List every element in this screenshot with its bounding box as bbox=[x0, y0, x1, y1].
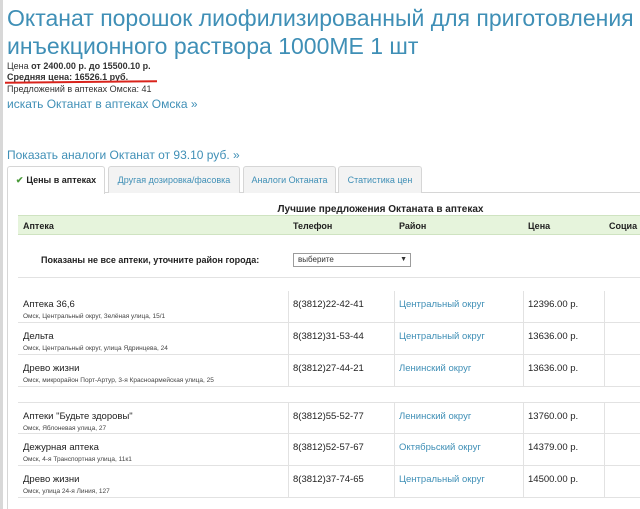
column-divider bbox=[523, 291, 524, 322]
column-divider bbox=[523, 403, 524, 433]
tab-prices[interactable]: ✔ Цены в аптеках bbox=[7, 166, 105, 194]
pharmacy-address: Омск, 4-я Транспортная улица, 11к1 bbox=[23, 456, 132, 463]
pharmacy-price: 13760.00 р. bbox=[528, 411, 579, 422]
offers-count: Предложений в аптеках Омска: 41 bbox=[7, 84, 152, 94]
page-left-border bbox=[0, 0, 3, 509]
column-header-phone: Телефон bbox=[293, 221, 333, 231]
column-divider bbox=[523, 466, 524, 497]
pharmacy-phone: 8(3812)22-42-41 bbox=[293, 299, 364, 310]
tab-statistics[interactable]: Статистика цен bbox=[338, 166, 422, 193]
pharmacy-address: Омск, Центральный округ, Зелёная улица, … bbox=[23, 313, 166, 320]
column-divider bbox=[604, 403, 605, 433]
price-range-line: Цена от 2400.00 р. до 15500.10 р. bbox=[7, 61, 151, 72]
pharmacy-district-link[interactable]: Ленинский округ bbox=[399, 363, 471, 374]
column-divider bbox=[604, 291, 605, 322]
pharmacy-district-link[interactable]: Центральный округ bbox=[399, 331, 485, 342]
column-divider bbox=[288, 466, 289, 497]
pharmacy-phone: 8(3812)52-57-67 bbox=[293, 442, 364, 453]
pharmacy-name: Дельта bbox=[23, 331, 54, 342]
district-filter: Показаны не все аптеки, уточните район г… bbox=[18, 235, 640, 278]
checkmark-icon: ✔ bbox=[15, 175, 24, 185]
price-range: от 2400.00 р. до 15500.10 р. bbox=[31, 61, 151, 71]
table-row: Аптеки "Будьте здоровы" Омск, Яблоневая у… bbox=[18, 402, 640, 434]
pharmacy-price: 13636.00 р. bbox=[528, 331, 579, 342]
table-row: Дельта Омск, Центральный округ, улица Ядр… bbox=[18, 323, 640, 355]
page-title: Октанат порошок лиофилизированный для пр… bbox=[7, 5, 634, 59]
table-row: Дежурная аптека Омск, 4-я Транспортная ул… bbox=[18, 434, 640, 466]
tab-prices-label: Цены в аптеках bbox=[26, 175, 97, 185]
pharmacy-price: 12396.00 р. bbox=[528, 299, 579, 310]
column-divider bbox=[288, 434, 289, 465]
table-row: Аптека 36,6 Омск, Центральный округ, Зелё… bbox=[18, 291, 640, 323]
table-row: Древо жизни Омск, микрорайон Порт-Артур, … bbox=[18, 355, 640, 387]
tab-bar: ✔ Цены в аптеках Другая дозировка/фасовка… bbox=[7, 166, 640, 194]
pharmacy-phone: 8(3812)31-53-44 bbox=[293, 331, 364, 342]
price-prefix: Цена bbox=[7, 61, 32, 71]
pharmacy-district-link[interactable]: Октябрьский округ bbox=[399, 442, 481, 453]
column-divider bbox=[288, 291, 289, 322]
district-filter-label: Показаны не все аптеки, уточните район г… bbox=[41, 255, 260, 265]
dropdown-arrow-icon: ▼ bbox=[400, 256, 407, 263]
column-divider bbox=[523, 434, 524, 465]
tab-analogs-label: Аналоги Октаната bbox=[251, 175, 328, 185]
pharmacy-name: Аптеки "Будьте здоровы" bbox=[23, 411, 133, 422]
column-divider bbox=[523, 355, 524, 386]
column-header-social: Социа bbox=[609, 221, 638, 231]
show-analogs-link[interactable]: Показать аналоги Октанат от 93.10 руб. » bbox=[7, 148, 240, 162]
district-select-value: выберите bbox=[298, 255, 334, 264]
pharmacy-name: Дежурная аптека bbox=[23, 442, 99, 453]
pharmacy-name: Древо жизни bbox=[23, 363, 80, 374]
tab-statistics-label: Статистика цен bbox=[347, 175, 413, 185]
pharmacy-price: 13636.00 р. bbox=[528, 363, 579, 374]
column-header-pharmacy: Аптека bbox=[23, 221, 54, 231]
table-caption: Лучшие предложения Октаната в аптеках bbox=[277, 204, 484, 215]
pharmacy-district-link[interactable]: Центральный округ bbox=[399, 299, 485, 310]
column-divider bbox=[604, 355, 605, 386]
pharmacy-phone: 8(3812)37-74-65 bbox=[293, 474, 364, 485]
column-divider bbox=[604, 323, 605, 354]
column-divider bbox=[394, 323, 395, 354]
column-divider bbox=[394, 403, 395, 433]
pharmacy-price: 14500.00 р. bbox=[528, 474, 579, 485]
pharmacy-address: Омск, Яблоневая улица, 27 bbox=[23, 425, 107, 432]
tab-other-dosage-label: Другая дозировка/фасовка bbox=[117, 175, 231, 185]
column-divider bbox=[394, 291, 395, 322]
column-divider bbox=[288, 323, 289, 354]
prices-panel: Лучшие предложения Октаната в аптеках Ап… bbox=[7, 193, 640, 509]
pharmacy-price: 14379.00 р. bbox=[528, 442, 579, 453]
pharmacy-district-link[interactable]: Ленинский округ bbox=[399, 411, 471, 422]
pharmacy-address: Омск, Центральный округ, улица Ядринцева… bbox=[23, 345, 168, 352]
column-divider bbox=[394, 355, 395, 386]
pharmacy-name: Древо жизни bbox=[23, 474, 80, 485]
pharmacy-name: Аптека 36,6 bbox=[23, 299, 75, 310]
column-divider bbox=[394, 434, 395, 465]
column-divider bbox=[604, 466, 605, 497]
column-divider bbox=[523, 323, 524, 354]
district-select[interactable]: выберите ▼ bbox=[293, 253, 411, 267]
table-header: Аптека Телефон Район Цена Социа bbox=[18, 215, 640, 235]
tab-analogs[interactable]: Аналоги Октаната bbox=[243, 166, 336, 193]
tab-other-dosage[interactable]: Другая дозировка/фасовка bbox=[108, 166, 240, 193]
pharmacy-phone: 8(3812)27-44-21 bbox=[293, 363, 364, 374]
search-pharmacies-link[interactable]: искать Октанат в аптеках Омска » bbox=[7, 97, 198, 111]
column-divider bbox=[604, 434, 605, 465]
column-header-price: Цена bbox=[528, 221, 551, 231]
column-divider bbox=[288, 403, 289, 433]
pharmacy-address: Омск, микрорайон Порт-Артур, 3-я Красноа… bbox=[23, 377, 214, 384]
table-row: Древо жизни Омск, улица 24-я Линия, 127 8(… bbox=[18, 466, 640, 498]
column-divider bbox=[288, 355, 289, 386]
pharmacy-address: Омск, улица 24-я Линия, 127 bbox=[23, 488, 110, 495]
column-header-district: Район bbox=[399, 221, 427, 231]
pharmacy-phone: 8(3812)55-52-77 bbox=[293, 411, 364, 422]
column-divider bbox=[394, 466, 395, 497]
pharmacy-district-link[interactable]: Центральный округ bbox=[399, 474, 485, 485]
